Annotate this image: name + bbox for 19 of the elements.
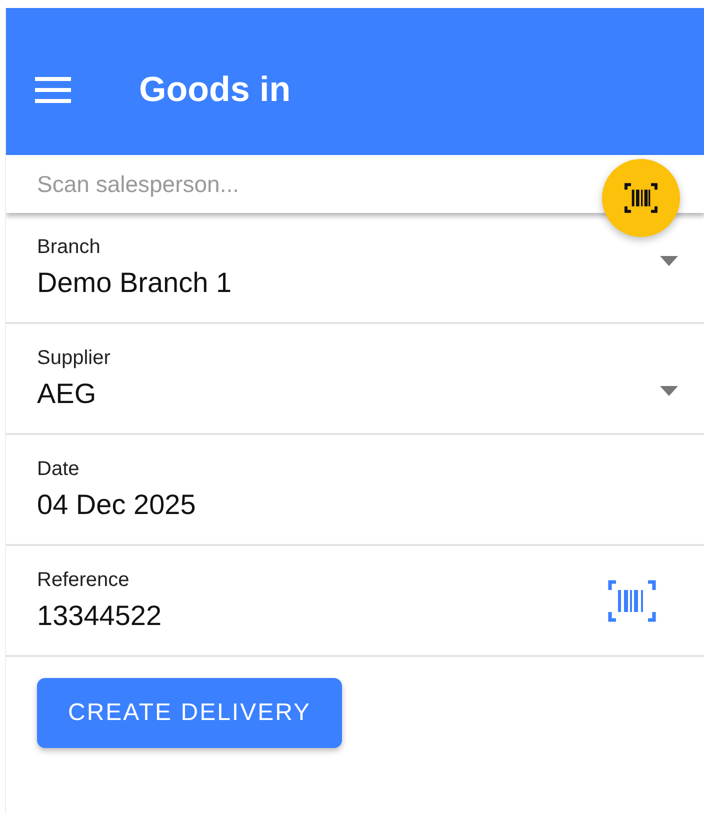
input-field[interactable]: Date 04 Dec 2025 [6, 435, 704, 546]
caret-icon [660, 386, 678, 396]
field-label: Reference [37, 569, 130, 592]
app-title: Goods in [139, 70, 291, 110]
field-label: Date [37, 458, 80, 481]
field-value: Demo Branch 1 [37, 267, 233, 299]
field-value: AEG [37, 378, 98, 410]
select-field[interactable]: Branch Demo Branch 1 [6, 213, 704, 324]
input-field[interactable]: Reference 13344522 [6, 546, 704, 657]
field-value: 04 Dec 2025 [37, 489, 197, 521]
field-value: 13344522 [37, 600, 163, 632]
menu-icon[interactable] [35, 76, 71, 102]
caret-icon [660, 256, 678, 266]
barcode-icon[interactable] [608, 580, 656, 622]
field-label: Branch [37, 236, 102, 259]
create-delivery-button[interactable]: CREATE DELIVERY [37, 678, 342, 748]
select-field[interactable]: Supplier AEG [6, 324, 704, 435]
field-label: Supplier [37, 347, 112, 370]
search-field[interactable]: Scan salesperson... [6, 155, 704, 213]
